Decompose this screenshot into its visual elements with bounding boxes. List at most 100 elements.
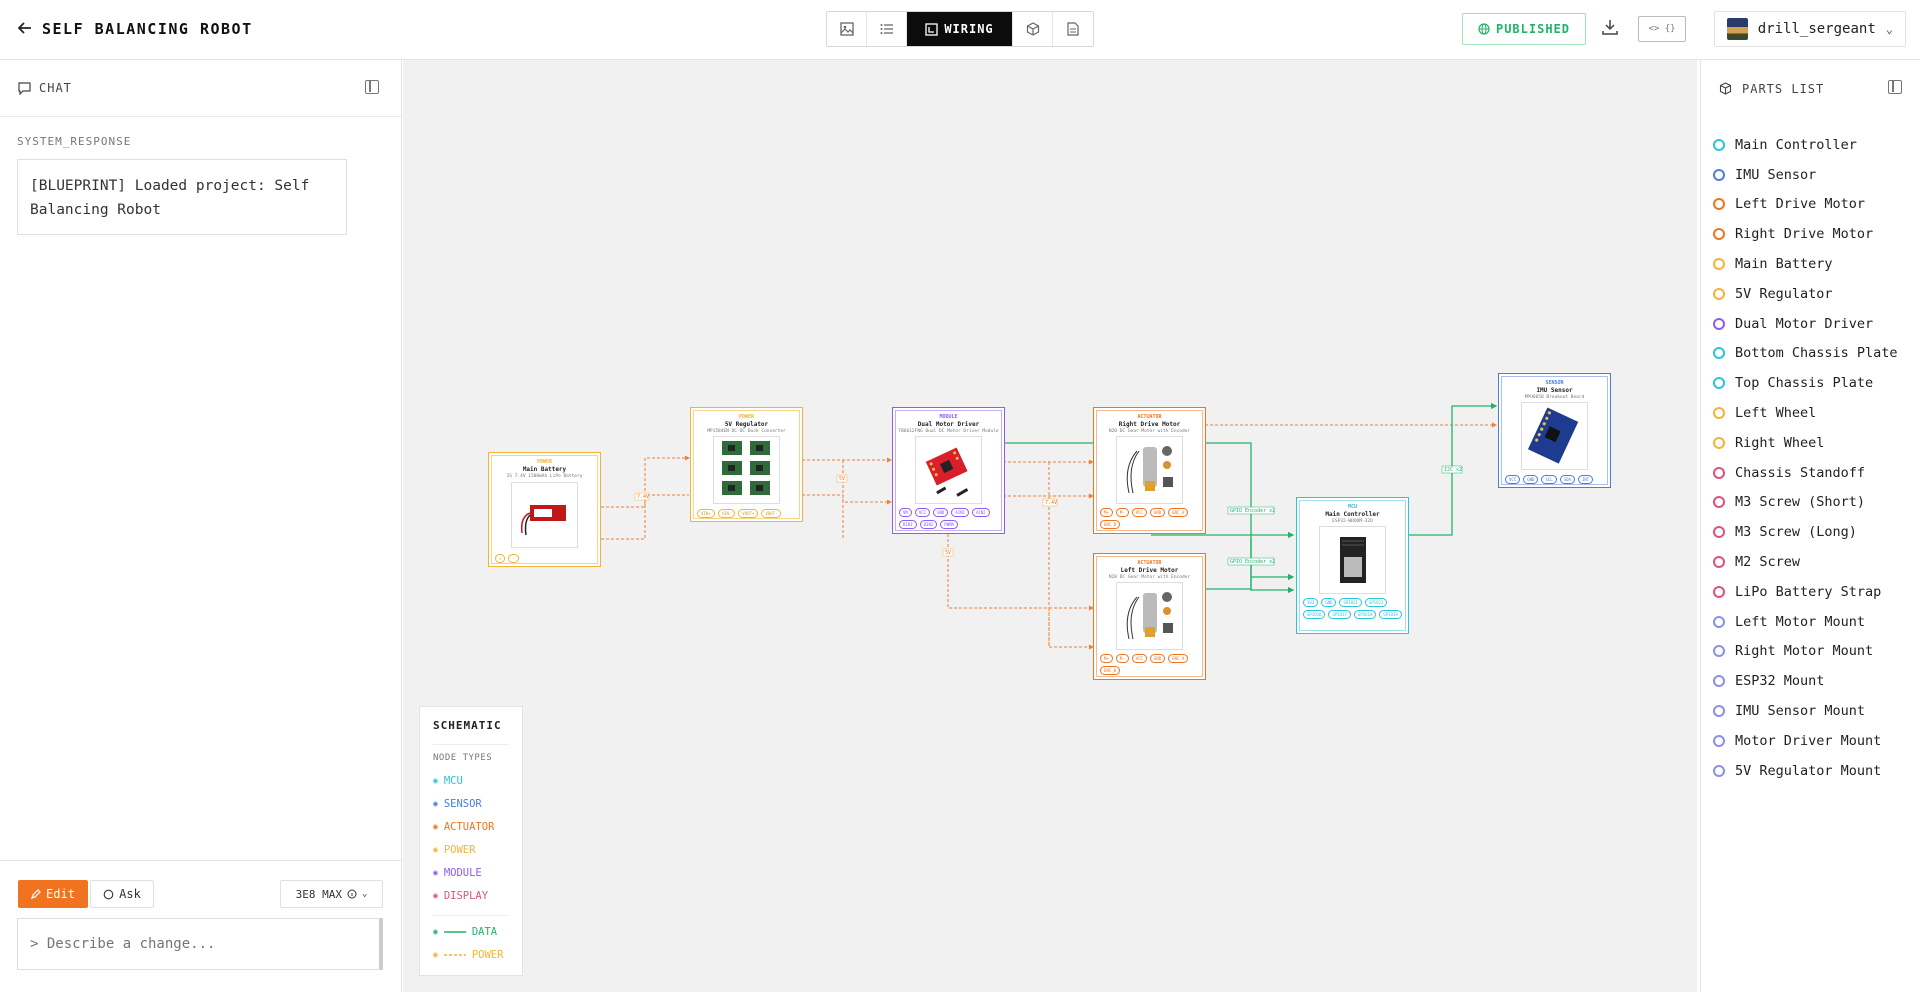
pin: VCC: [1505, 475, 1521, 484]
parts-title: PARTS LIST: [1742, 81, 1825, 96]
node-title: Left Drive Motor: [1120, 567, 1179, 574]
legend-item-data-wire[interactable]: ◉ DATA: [433, 920, 509, 943]
chat-bubble-icon: [103, 889, 114, 899]
collapse-parts-icon[interactable]: [1888, 80, 1902, 94]
pin: VIN-: [717, 509, 736, 518]
list-item[interactable]: Top Chassis Plate: [1713, 368, 1898, 398]
collapse-panel-icon[interactable]: [365, 80, 379, 94]
part-icon: [1713, 645, 1725, 658]
list-item[interactable]: 5V Regulator: [1713, 279, 1898, 309]
list-item[interactable]: Main Controller: [1713, 130, 1898, 160]
model-select[interactable]: 3E8 MAX ⌄: [280, 880, 383, 908]
info-icon: [347, 889, 357, 899]
node-right-drive-motor[interactable]: ACTUATOR Right Drive Motor N20 DC Gear M…: [1093, 407, 1206, 534]
legend-item-display[interactable]: ◉ DISPLAY: [433, 884, 509, 907]
document-view-button[interactable]: [1053, 12, 1093, 46]
part-label: Right Drive Motor: [1735, 226, 1874, 243]
parts-panel: PARTS LIST Main Controller IMU Sensor Le…: [1700, 60, 1920, 992]
user-menu[interactable]: drill_sergeant ⌄: [1714, 11, 1906, 47]
list-view-button[interactable]: [867, 12, 907, 46]
legend-item-power[interactable]: ◉ POWER: [433, 838, 509, 861]
part-label: Left Drive Motor: [1735, 196, 1866, 213]
node-5v-regulator[interactable]: POWER 5V Regulator MP1584EN DC-DC Buck C…: [690, 407, 803, 522]
legend-item-actuator[interactable]: ◉ ACTUATOR: [433, 815, 509, 838]
legend-title: SCHEMATIC: [433, 719, 502, 732]
list-item[interactable]: 5V Regulator Mount: [1713, 756, 1898, 786]
list-item[interactable]: M2 Screw: [1713, 547, 1898, 577]
pin: AIN1: [951, 508, 969, 517]
eye-icon: ◉: [433, 950, 438, 959]
list-item[interactable]: IMU Sensor: [1713, 160, 1898, 190]
pin: M+: [1100, 508, 1113, 517]
part-icon: [1713, 615, 1725, 628]
node-imu-sensor[interactable]: SENSOR IMU Sensor MPU6050 Breakout Board…: [1498, 373, 1611, 488]
pin: BIN2: [919, 520, 938, 529]
list-item[interactable]: Right Drive Motor: [1713, 219, 1898, 249]
part-icon: [1713, 675, 1725, 688]
list-item[interactable]: M3 Screw (Long): [1713, 517, 1898, 547]
back-arrow-icon[interactable]: [16, 19, 38, 41]
list-item[interactable]: Left Motor Mount: [1713, 607, 1898, 637]
published-label: PUBLISHED: [1495, 22, 1571, 36]
project-title: SELF BALANCING ROBOT: [42, 20, 253, 38]
node-dual-motor-driver[interactable]: MODULE Dual Motor Driver TB6612FNG Dual …: [892, 407, 1005, 534]
pin: M-: [1115, 508, 1129, 517]
list-item[interactable]: Bottom Chassis Plate: [1713, 339, 1898, 369]
list-item[interactable]: Chassis Standoff: [1713, 458, 1898, 488]
list-item[interactable]: Right Wheel: [1713, 428, 1898, 458]
node-main-controller[interactable]: MCU Main Controller ESP32-WROOM-32D 3V3 …: [1296, 497, 1409, 634]
chat-header: CHAT: [0, 60, 401, 117]
pin: GPIO18: [1353, 610, 1377, 619]
pin: GND: [1149, 654, 1166, 663]
list-item[interactable]: LiPo Battery Strap: [1713, 577, 1898, 607]
pin: ENC_A: [1168, 508, 1189, 517]
eye-icon: ◉: [433, 927, 438, 936]
part-label: 5V Regulator: [1735, 285, 1833, 302]
published-button[interactable]: PUBLISHED: [1462, 13, 1586, 45]
part-icon: [1713, 496, 1725, 509]
list-item[interactable]: Main Battery: [1713, 249, 1898, 279]
legend-item-power-wire[interactable]: ◉ POWER: [433, 943, 509, 966]
wiring-view-button[interactable]: WIRING: [907, 12, 1013, 46]
edit-mode-button[interactable]: Edit: [18, 880, 88, 908]
wire-label-reg-drv: 5V: [839, 476, 845, 482]
eye-icon: ◉: [433, 868, 438, 877]
legend-item-module[interactable]: ◉ MODULE: [433, 861, 509, 884]
legend-subtitle: NODE TYPES: [433, 744, 509, 763]
chevron-down-icon: ⌄: [1885, 22, 1893, 36]
list-item[interactable]: Dual Motor Driver: [1713, 309, 1898, 339]
node-main-battery[interactable]: POWER Main Battery 2S 7.4V 1500mAh LiPo …: [488, 452, 601, 567]
legend-item-sensor[interactable]: ◉ SENSOR: [433, 792, 509, 815]
embed-button[interactable]: <> {}: [1638, 16, 1686, 42]
3d-view-button[interactable]: [1013, 12, 1053, 46]
list-item[interactable]: M3 Screw (Short): [1713, 488, 1898, 518]
list-item[interactable]: ESP32 Mount: [1713, 666, 1898, 696]
eye-icon: ◉: [433, 891, 438, 900]
list-item[interactable]: IMU Sensor Mount: [1713, 696, 1898, 726]
list-item[interactable]: Right Motor Mount: [1713, 637, 1898, 667]
wiring-canvas[interactable]: 7.4V 5V 5V 7.4V GPIO Encoder x2 GPIO Enc…: [403, 60, 1697, 992]
pin: SCL: [1541, 475, 1557, 484]
schematic-legend: SCHEMATIC NODE TYPES ◉ MCU ◉ SENSOR ◉ ACTUA…: [419, 706, 523, 976]
pin: M+: [1100, 654, 1113, 663]
ask-mode-button[interactable]: Ask: [90, 880, 154, 908]
node-left-drive-motor[interactable]: ACTUATOR Left Drive Motor N20 DC Gear Mo…: [1093, 553, 1206, 680]
wire-battery-regulator-2: [601, 494, 689, 540]
list-item[interactable]: Motor Driver Mount: [1713, 726, 1898, 756]
legend-label: MCU: [443, 774, 463, 787]
view-switcher: WIRING: [826, 11, 1094, 47]
prompt-input[interactable]: [17, 918, 383, 970]
wire-regulator-driver-2: [802, 494, 892, 505]
list-item[interactable]: Left Wheel: [1713, 398, 1898, 428]
download-icon[interactable]: [1601, 18, 1625, 42]
list-item[interactable]: Left Drive Motor: [1713, 190, 1898, 220]
pin: ENC_B: [1100, 520, 1121, 529]
part-icon: [1713, 198, 1725, 211]
chat-title: CHAT: [39, 81, 72, 95]
legend-label: DATA: [471, 925, 498, 938]
chevron-down-icon: ⌄: [361, 889, 368, 899]
part-icon: [1713, 556, 1725, 569]
legend-item-mcu[interactable]: ◉ MCU: [433, 769, 509, 792]
pin: VCC: [1131, 508, 1147, 517]
image-view-button[interactable]: [827, 12, 867, 46]
